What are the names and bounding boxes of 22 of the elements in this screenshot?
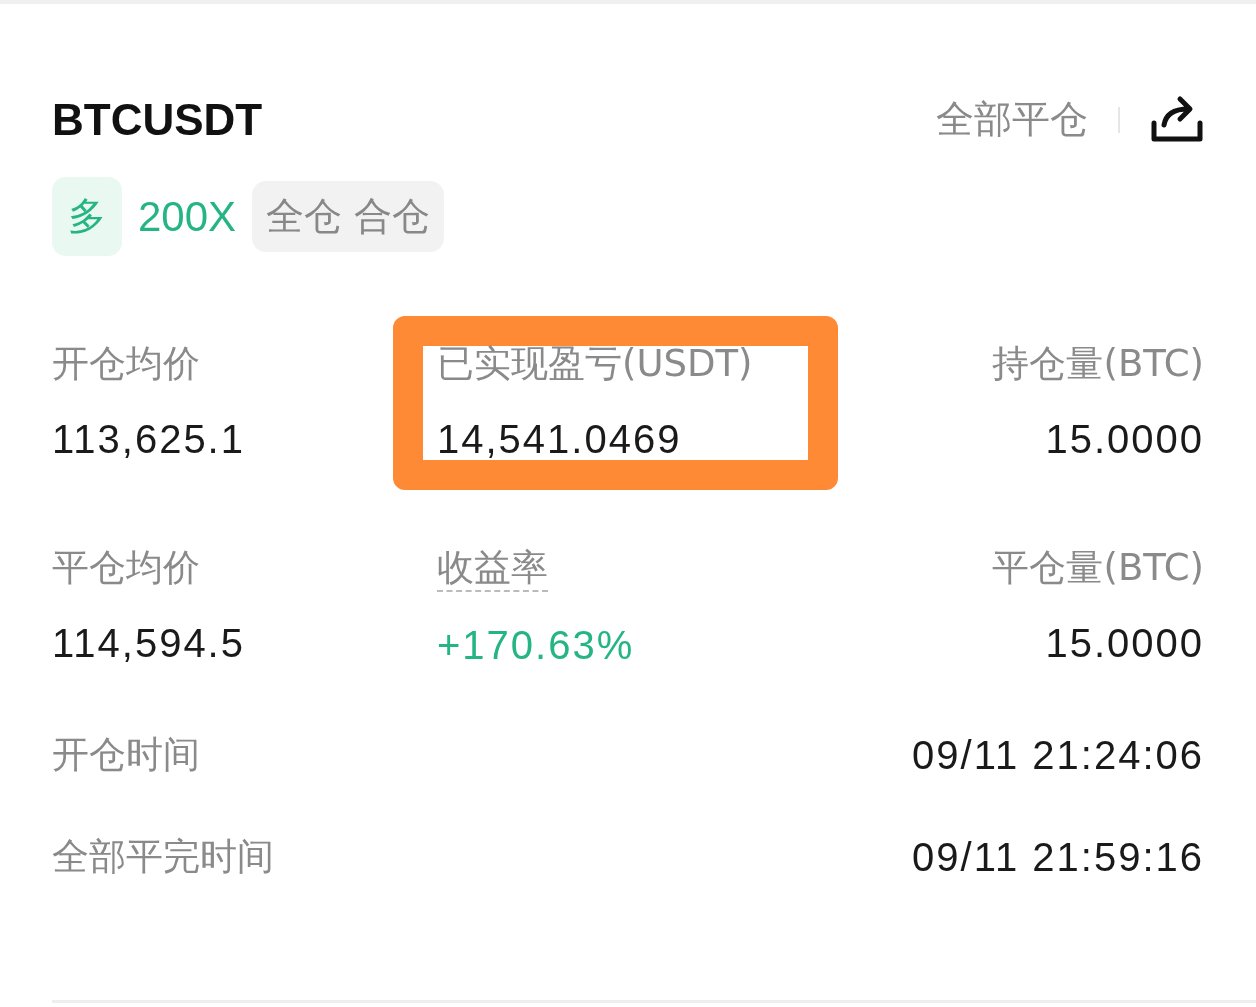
position-tag: 200X: [136, 182, 239, 251]
stat-value: 14,541.0469: [437, 416, 683, 462]
time-value: 09/11 21:59:16: [912, 834, 1204, 880]
share-icon[interactable]: [1150, 94, 1204, 145]
position-tag: 全仓 合仓: [252, 181, 445, 252]
symbol-title: BTCUSDT: [52, 94, 263, 145]
stat-label: 开仓均价: [52, 342, 201, 386]
stat-label: 持仓量(BTC): [992, 342, 1204, 386]
stat-label: 平仓量(BTC): [992, 546, 1204, 590]
close-all-link[interactable]: 全部平仓: [936, 94, 1088, 145]
stat-value: +170.63%: [437, 622, 636, 668]
stat-label: 平仓均价: [52, 546, 201, 590]
time-label: 开仓时间: [52, 733, 200, 777]
position-tag: 多: [52, 177, 122, 256]
stat-value: 15.0000: [1045, 416, 1204, 462]
stat-label: 已实现盈亏(USDT): [437, 342, 754, 386]
stat-value: 113,625.1: [52, 416, 246, 462]
stat-value: 114,594.5: [52, 620, 246, 666]
time-value: 09/11 21:24:06: [912, 732, 1204, 778]
stat-value: 15.0000: [1045, 620, 1204, 666]
time-label: 全部平完时间: [52, 835, 274, 879]
stat-label: 收益率: [437, 546, 548, 592]
